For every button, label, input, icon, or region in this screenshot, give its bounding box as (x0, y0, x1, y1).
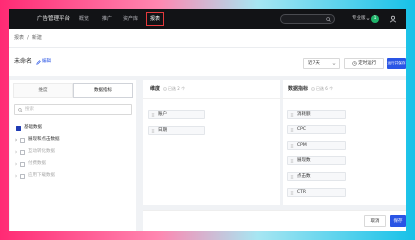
edit-title-label: 编辑 (42, 59, 51, 64)
run-and-save-button[interactable]: 运行并保存 (387, 58, 406, 69)
app-window: 广告管理平台 概览 推广 资产库 报表 专业版 1 报表 / 新建 未命名 编辑… (9, 9, 406, 231)
save-label: 保存 (393, 218, 403, 224)
metrics-count: 已选 6 个 (311, 84, 333, 94)
metric-chip[interactable]: 消耗额 (287, 110, 346, 119)
search-icon (18, 107, 23, 112)
top-navbar: 广告管理平台 概览 推广 资产库 报表 专业版 1 (9, 9, 406, 29)
tree-item-label: 展现和点击数据 (28, 137, 60, 142)
tab-dimensions[interactable]: 维度 (13, 83, 73, 98)
pencil-icon (36, 59, 41, 65)
metric-chip-label: 展现数 (297, 158, 311, 163)
breadcrumb-item-reports[interactable]: 报表 (14, 35, 24, 41)
tree-item-basic[interactable]: 基础数据 (10, 123, 136, 133)
dimension-chip[interactable]: 账户 (148, 110, 205, 119)
search-icon (326, 16, 331, 22)
metric-chip[interactable]: CPM (287, 141, 346, 150)
schedule-run-label: 定时运行 (358, 61, 377, 66)
tree-item-payment[interactable]: 付费数据 (10, 159, 136, 169)
metric-chip-label: CPM (297, 143, 307, 148)
dimensions-title: 维度 (150, 86, 161, 92)
tree-item-impressions[interactable]: 展现和点击数据 (10, 135, 136, 145)
breadcrumb-separator: / (27, 35, 29, 41)
info-icon (163, 87, 167, 91)
tree-item-conversion[interactable]: 互动转化数据 (10, 147, 136, 157)
chevron-right-icon[interactable] (14, 150, 18, 154)
checkbox[interactable] (20, 161, 25, 167)
drag-handle-icon[interactable] (290, 174, 294, 179)
field-search-input[interactable] (25, 105, 125, 114)
breadcrumb-item-new: 新建 (31, 35, 42, 41)
report-title-bar: 未命名 编辑 近7天 定时运行 运行并保存 (9, 48, 406, 76)
metric-chip-label: CPC (297, 127, 306, 132)
metrics-count-text: 已选 6 个 (316, 86, 334, 91)
dimension-chip[interactable]: 日期 (148, 126, 205, 135)
tree-item-label: 基础数据 (24, 125, 42, 130)
cancel-label: 取消 (370, 218, 380, 224)
brand-title: 广告管理平台 (37, 16, 71, 22)
cancel-button[interactable]: 取消 (364, 215, 386, 227)
nav-item-reports[interactable]: 报表 (150, 9, 160, 29)
chevron-down-icon (332, 62, 336, 65)
metric-chip-label: CTR (297, 190, 307, 195)
chevron-right-icon[interactable] (14, 138, 18, 142)
date-range-select[interactable]: 近7天 (303, 58, 340, 69)
save-button[interactable]: 保存 (390, 215, 406, 227)
nav-item-assets[interactable]: 资产库 (123, 9, 138, 29)
field-picker-panel: 维度 数据指标 基础数据 展现和点击数据 互动转化数据 付费数据 (10, 80, 136, 231)
avatar[interactable]: 1 (371, 15, 379, 23)
dimension-chip-label: 日期 (158, 128, 167, 133)
account-switcher[interactable]: 专业版 (352, 9, 366, 29)
metric-chip-label: 点击数 (297, 174, 311, 179)
tree-item-label: 付费数据 (28, 161, 46, 166)
chevron-right-icon[interactable] (14, 174, 18, 178)
drag-handle-icon[interactable] (290, 143, 294, 148)
breadcrumb: 报表 / 新建 (14, 29, 43, 47)
drag-handle-icon[interactable] (290, 158, 294, 163)
drag-handle-icon[interactable] (151, 112, 155, 117)
edit-title-button[interactable]: 编辑 (36, 58, 51, 66)
dimensions-count: 已选 2 个 (163, 84, 185, 94)
metric-chip[interactable]: CPC (287, 125, 346, 134)
metric-chip[interactable]: 点击数 (287, 172, 346, 181)
clock-icon (352, 61, 357, 66)
tab-metrics[interactable]: 数据指标 (73, 83, 133, 98)
date-range-value: 近7天 (308, 61, 320, 66)
breadcrumb-bar: 报表 / 新建 (9, 29, 406, 48)
drag-handle-icon[interactable] (151, 128, 155, 133)
tree-item-downloads[interactable]: 应用下载数据 (10, 171, 136, 181)
tree-item-label: 应用下载数据 (28, 173, 55, 178)
nav-item-overview[interactable]: 概览 (79, 9, 89, 29)
metrics-title: 数据指标 (288, 86, 309, 92)
dimension-chip-label: 账户 (158, 112, 167, 117)
user-icon[interactable] (389, 15, 397, 23)
checkbox[interactable] (20, 173, 25, 179)
info-icon (311, 87, 315, 91)
page-title: 未命名 (14, 58, 33, 65)
checkbox[interactable] (20, 149, 25, 155)
dimensions-count-text: 已选 2 个 (168, 86, 186, 91)
drag-handle-icon[interactable] (290, 127, 294, 132)
action-footer: 取消 保存 (143, 210, 406, 231)
checkbox[interactable] (16, 125, 21, 131)
tree-item-label: 互动转化数据 (28, 149, 55, 154)
metric-chip-label: 消耗额 (297, 112, 311, 117)
field-search-box (14, 104, 132, 115)
run-and-save-label: 运行并保存 (387, 61, 406, 65)
drag-handle-icon[interactable] (290, 112, 294, 117)
checkbox[interactable] (20, 137, 25, 143)
metric-chip[interactable]: 展现数 (287, 156, 346, 165)
drag-handle-icon[interactable] (290, 190, 294, 195)
schedule-run-button[interactable]: 定时运行 (344, 58, 384, 69)
selected-fields-card: 维度 已选 2 个 数据指标 已选 6 个 账户 日期 消耗额 CPC CPM … (143, 80, 406, 205)
header-divider (143, 98, 406, 99)
chevron-down-icon[interactable] (366, 17, 370, 21)
global-search-input[interactable] (280, 14, 335, 24)
nav-item-promotion[interactable]: 推广 (102, 9, 112, 29)
metric-chip[interactable]: CTR (287, 188, 346, 197)
chevron-right-icon[interactable] (14, 162, 18, 166)
